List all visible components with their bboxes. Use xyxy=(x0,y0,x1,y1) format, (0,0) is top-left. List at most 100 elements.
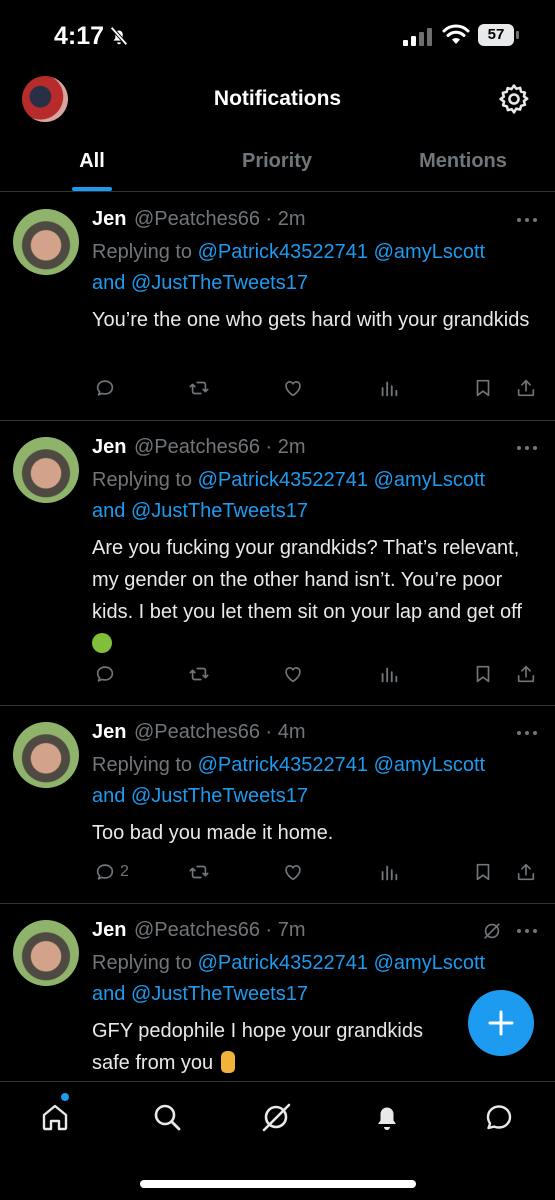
mention-link[interactable]: @Patrick43522741 xyxy=(198,952,368,974)
tweet-text-block: GFY pedophile I hope your grandkids safe… xyxy=(92,1015,532,1079)
mention-link[interactable]: @JustTheTweets17 xyxy=(131,983,308,1005)
notification-tabs: All Priority Mentions xyxy=(0,132,555,192)
bookmark-button[interactable] xyxy=(472,662,494,686)
replying-to-line-2: and @JustTheTweets17 xyxy=(92,785,308,808)
replying-to-label: Replying to xyxy=(92,469,198,491)
avatar[interactable] xyxy=(13,209,79,275)
grok-icon[interactable] xyxy=(259,1100,293,1134)
like-button[interactable] xyxy=(282,860,304,884)
tweet-author-name[interactable]: Jen xyxy=(92,919,126,942)
mention-link[interactable]: @JustTheTweets17 xyxy=(131,272,308,294)
home-indicator xyxy=(140,1180,416,1188)
more-options-icon[interactable] xyxy=(512,215,542,225)
share-button[interactable] xyxy=(515,860,537,884)
nauseated-face-emoji xyxy=(92,633,112,653)
and-label[interactable]: and xyxy=(92,785,131,807)
replying-to-line: Replying to @Patrick43522741 @amyLscott xyxy=(92,469,485,492)
like-icon xyxy=(285,667,301,683)
tweet-handle[interactable]: @Peatches66 · 4m xyxy=(134,721,306,744)
mention-link[interactable]: @amyLscott xyxy=(374,469,485,491)
notifications-bell-icon[interactable] xyxy=(370,1100,404,1134)
avatar[interactable] xyxy=(13,920,79,986)
more-options-icon[interactable] xyxy=(512,926,542,936)
tweet-text: GFY pedophile I hope your grandkids xyxy=(92,1020,423,1042)
mention-link[interactable]: @amyLscott xyxy=(374,241,485,263)
share-icon xyxy=(517,665,535,683)
bookmark-icon xyxy=(476,665,490,683)
bookmark-button[interactable] xyxy=(472,860,494,884)
avatar[interactable] xyxy=(13,437,79,503)
share-button[interactable] xyxy=(515,662,537,686)
tweet-actions: 2 xyxy=(0,860,555,884)
and-label[interactable]: and xyxy=(92,500,131,522)
unread-dot xyxy=(61,1093,69,1101)
share-icon xyxy=(517,379,535,397)
retweet-icon xyxy=(189,381,209,395)
mention-link[interactable]: @JustTheTweets17 xyxy=(131,500,308,522)
search-icon[interactable] xyxy=(150,1100,184,1134)
and-label[interactable]: and xyxy=(92,983,131,1005)
status-time: 4:17 xyxy=(54,22,105,50)
compose-post-button[interactable] xyxy=(468,990,534,1056)
views-icon xyxy=(381,667,398,683)
replying-to-line-2: and @JustTheTweets17 xyxy=(92,983,308,1006)
muted-conversation-icon xyxy=(484,923,500,939)
views-icon xyxy=(381,865,398,881)
battery-icon: 57 xyxy=(478,24,520,46)
home-icon[interactable] xyxy=(38,1100,72,1134)
avatar[interactable] xyxy=(13,722,79,788)
reply-icon xyxy=(96,864,114,880)
tweet-handle[interactable]: @Peatches66 · 2m xyxy=(134,436,306,459)
replying-to-label: Replying to xyxy=(92,754,198,776)
tweet-handle[interactable]: @Peatches66 · 2m xyxy=(134,208,306,231)
mention-link[interactable]: @amyLscott xyxy=(374,754,485,776)
retweet-button[interactable] xyxy=(188,662,210,686)
retweet-button[interactable] xyxy=(188,376,210,400)
mention-link[interactable]: @Patrick43522741 xyxy=(198,754,368,776)
bookmark-button[interactable] xyxy=(472,376,494,400)
views-icon xyxy=(381,381,398,397)
replying-to-line: Replying to @Patrick43522741 @amyLscott xyxy=(92,952,485,975)
tweet[interactable]: Jen @Peatches66 · 2m Replying to @Patric… xyxy=(0,193,555,421)
tweet-author-name[interactable]: Jen xyxy=(92,208,126,231)
reply-button[interactable] xyxy=(94,376,120,400)
page-title: Notifications xyxy=(213,87,342,110)
like-icon xyxy=(285,381,301,397)
tweet-text: Are you fucking your grandkids? That’s r… xyxy=(92,537,522,623)
mention-link[interactable]: @JustTheTweets17 xyxy=(131,785,308,807)
views-button[interactable] xyxy=(378,860,400,884)
tweet-actions xyxy=(0,376,555,400)
settings-gear-icon[interactable] xyxy=(497,82,531,116)
mention-link[interactable]: @amyLscott xyxy=(374,952,485,974)
mention-link[interactable]: @Patrick43522741 xyxy=(198,469,368,491)
reply-button[interactable] xyxy=(94,662,120,686)
replying-to-label: Replying to xyxy=(92,241,198,263)
bookmark-icon xyxy=(476,379,490,397)
tweet[interactable]: Jen @Peatches66 · 2m Replying to @Patric… xyxy=(0,421,555,706)
replying-to-line-2: and @JustTheTweets17 xyxy=(92,500,308,523)
tweet[interactable]: Jen @Peatches66 · 4m Replying to @Patric… xyxy=(0,706,555,904)
tweet-text: You’re the one who gets hard with your g… xyxy=(92,309,530,331)
tweet[interactable]: Jen @Peatches66 · 7m Replying to @Patric… xyxy=(0,904,555,1081)
tab-mentions[interactable]: Mentions xyxy=(402,150,524,173)
like-button[interactable] xyxy=(282,662,304,686)
tab-all[interactable]: All xyxy=(66,150,118,173)
reply-button[interactable]: 2 xyxy=(94,860,129,884)
tweet-author-name[interactable]: Jen xyxy=(92,436,126,459)
mention-link[interactable]: @Patrick43522741 xyxy=(198,241,368,263)
messages-icon[interactable] xyxy=(482,1100,516,1134)
like-button[interactable] xyxy=(282,376,304,400)
share-button[interactable] xyxy=(515,376,537,400)
retweet-button[interactable] xyxy=(188,860,210,884)
and-label[interactable]: and xyxy=(92,272,131,294)
tab-priority[interactable]: Priority xyxy=(217,150,337,173)
replying-to-label: Replying to xyxy=(92,952,198,974)
more-options-icon[interactable] xyxy=(512,443,542,453)
middle-finger-emoji xyxy=(220,1051,235,1073)
tweet-handle[interactable]: @Peatches66 · 7m xyxy=(134,919,306,942)
tweet-author-name[interactable]: Jen xyxy=(92,721,126,744)
wifi-icon xyxy=(442,24,470,44)
more-options-icon[interactable] xyxy=(512,728,542,738)
views-button[interactable] xyxy=(378,662,400,686)
views-button[interactable] xyxy=(378,376,400,400)
